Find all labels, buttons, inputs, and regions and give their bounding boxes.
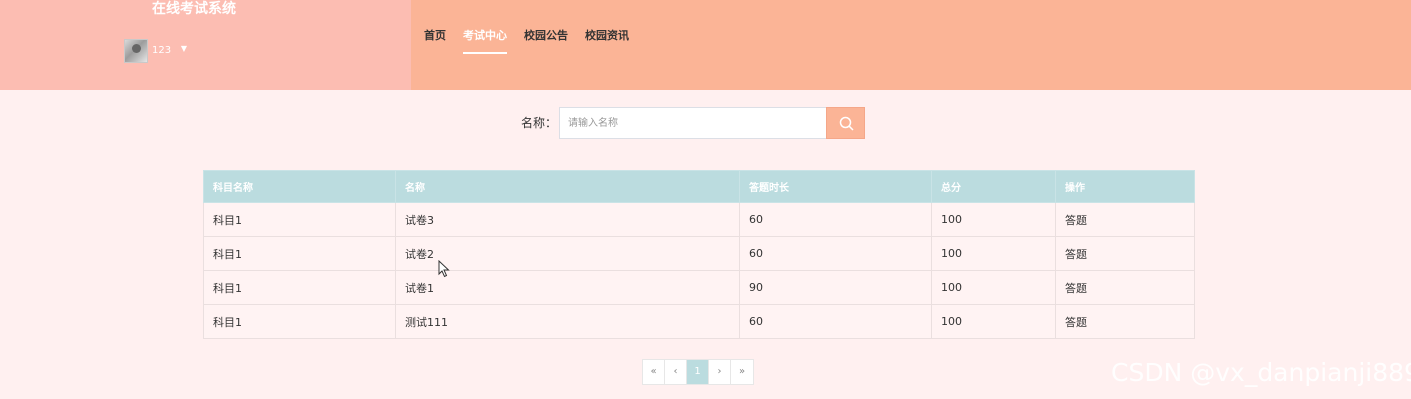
search-button[interactable]	[826, 107, 865, 139]
mouse-cursor-icon	[438, 260, 450, 278]
header: 在线考试系统 123 ▼ 首页 考试中心 校园公告 校园资讯	[0, 0, 1411, 90]
search-label: 名称：	[521, 116, 558, 130]
username[interactable]: 123	[152, 45, 171, 56]
nav-item-campus-news[interactable]: 校园资讯	[585, 28, 629, 54]
first-page-button[interactable]: «	[643, 360, 665, 384]
prev-page-button[interactable]: ‹	[665, 360, 687, 384]
cell-total-score: 100	[931, 236, 1056, 271]
answer-button[interactable]: 答题	[1055, 270, 1195, 305]
nav-item-home[interactable]: 首页	[424, 28, 446, 54]
table-row: 科目1 试卷1 90 100 答题	[203, 270, 1195, 305]
cell-name: 试卷3	[395, 202, 740, 237]
cell-total-score: 100	[931, 270, 1056, 305]
nav-item-campus-notice[interactable]: 校园公告	[524, 28, 568, 54]
cell-subject: 科目1	[203, 270, 396, 305]
exam-table: 科目名称 名称 答题时长 总分 操作 科目1 试卷3 60 100 答题 科目1…	[203, 170, 1195, 339]
table-header-row: 科目名称 名称 答题时长 总分 操作	[203, 170, 1195, 203]
nav-item-exam-center[interactable]: 考试中心	[463, 28, 507, 54]
answer-button[interactable]: 答题	[1055, 202, 1195, 237]
cell-name: 测试111	[395, 304, 740, 339]
column-header-subject: 科目名称	[203, 170, 396, 203]
table-row: 科目1 试卷3 60 100 答题	[203, 202, 1195, 237]
cell-subject: 科目1	[203, 236, 396, 271]
cell-duration: 90	[739, 270, 932, 305]
search-icon	[839, 116, 854, 131]
table-row: 科目1 测试111 60 100 答题	[203, 304, 1195, 339]
next-page-button[interactable]: ›	[709, 360, 731, 384]
avatar[interactable]	[124, 39, 148, 63]
answer-button[interactable]: 答题	[1055, 236, 1195, 271]
cell-duration: 60	[739, 304, 932, 339]
cell-duration: 60	[739, 236, 932, 271]
cell-subject: 科目1	[203, 202, 396, 237]
column-header-total-score: 总分	[931, 170, 1056, 203]
answer-button[interactable]: 答题	[1055, 304, 1195, 339]
chevron-down-icon[interactable]: ▼	[179, 44, 189, 54]
brand-panel: 在线考试系统 123 ▼	[0, 0, 411, 90]
cell-duration: 60	[739, 202, 932, 237]
column-header-action: 操作	[1055, 170, 1195, 203]
watermark: CSDN @vx_danpianji889	[1111, 358, 1411, 387]
current-page-button[interactable]: 1	[687, 360, 709, 384]
cell-total-score: 100	[931, 304, 1056, 339]
cell-subject: 科目1	[203, 304, 396, 339]
site-title: 在线考试系统	[152, 1, 236, 17]
table-row: 科目1 试卷2 60 100 答题	[203, 236, 1195, 271]
last-page-button[interactable]: »	[731, 360, 753, 384]
main-nav: 首页 考试中心 校园公告 校园资讯	[424, 28, 629, 54]
column-header-duration: 答题时长	[739, 170, 932, 203]
column-header-name: 名称	[395, 170, 740, 203]
cell-total-score: 100	[931, 202, 1056, 237]
pagination: « ‹ 1 › »	[642, 359, 754, 385]
search-input[interactable]	[559, 107, 827, 139]
